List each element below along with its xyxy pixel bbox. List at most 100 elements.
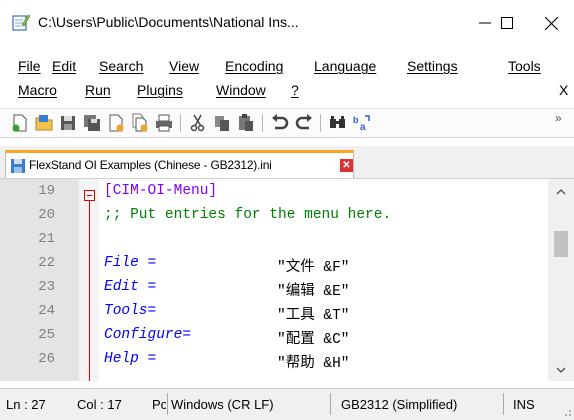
menu-encoding[interactable]: Encoding <box>225 58 283 74</box>
comment-text: ;; Put entries for the menu here. <box>104 207 392 223</box>
scrollbar-thumb[interactable] <box>554 231 568 257</box>
code-line: 24 Tools= "工具 &T" <box>0 303 574 327</box>
paste-icon <box>239 114 253 131</box>
toolbar-separator <box>180 114 181 132</box>
status-separator <box>330 393 331 415</box>
cut-icon <box>190 114 205 132</box>
close-document-button[interactable]: X <box>559 82 568 98</box>
menu-search[interactable]: Search <box>99 58 143 74</box>
redo-icon <box>295 114 312 130</box>
line-number: 24 <box>38 303 55 319</box>
ini-key: File = <box>104 255 157 271</box>
ini-key: Edit = <box>104 279 157 295</box>
find-button[interactable] <box>328 113 348 133</box>
replace-button[interactable]: ba <box>352 113 372 133</box>
line-number: 21 <box>38 231 55 247</box>
menu-bar-row-2: Macro Run Plugins Window ? X <box>0 79 574 101</box>
menu-run[interactable]: Run <box>85 82 111 98</box>
save-icon <box>61 116 75 130</box>
menu-macro[interactable]: Macro <box>18 82 57 98</box>
status-separator <box>167 393 168 415</box>
toolbar-overflow-button[interactable]: » <box>555 111 562 125</box>
ini-value: "帮助 &H" <box>277 356 350 372</box>
maximize-button[interactable] <box>484 0 530 46</box>
toolbar-separator <box>262 114 263 132</box>
resize-grip-icon[interactable] <box>562 407 572 417</box>
maximize-icon <box>501 17 513 29</box>
close-icon <box>544 16 558 30</box>
window-title: C:\Users\Public\Documents\National Ins..… <box>38 14 299 30</box>
ini-value: "文件 &F" <box>277 260 350 276</box>
find-icon <box>330 116 345 128</box>
menu-language[interactable]: Language <box>314 58 376 74</box>
cut-button[interactable] <box>188 113 208 133</box>
document-tab-bar: FlexStand OI Examples (Chinese - GB2312)… <box>0 146 574 178</box>
copy-button[interactable] <box>212 113 232 133</box>
saved-file-icon <box>11 159 25 173</box>
ini-key: Help = <box>104 351 157 367</box>
vertical-scrollbar[interactable] <box>548 179 574 381</box>
tab-close-button[interactable]: ✕ <box>340 159 353 172</box>
line-number: 23 <box>38 279 55 295</box>
menu-file[interactable]: File <box>18 58 41 74</box>
status-line: Ln : 27 <box>6 397 46 412</box>
menu-help[interactable]: ? <box>291 82 299 98</box>
scroll-down-icon[interactable] <box>556 367 566 373</box>
tab-document[interactable]: FlexStand OI Examples (Chinese - GB2312)… <box>5 150 354 178</box>
title-bar: C:\Users\Public\Documents\National Ins..… <box>0 0 574 47</box>
menu-edit[interactable]: Edit <box>52 58 76 74</box>
svg-text:b: b <box>353 115 359 125</box>
line-number: 20 <box>38 207 55 223</box>
redo-button[interactable] <box>294 113 314 133</box>
section-header: [CIM-OI-Menu] <box>104 183 218 199</box>
line-number: 26 <box>38 351 55 367</box>
code-line: 23 Edit = "编辑 &E" <box>0 279 574 303</box>
code-line: 19 [CIM-OI-Menu] <box>0 183 574 207</box>
scroll-up-icon[interactable] <box>556 189 566 195</box>
menu-plugins[interactable]: Plugins <box>137 82 183 98</box>
menu-view[interactable]: View <box>169 58 199 74</box>
menu-settings[interactable]: Settings <box>407 58 458 74</box>
new-file-icon <box>12 114 27 132</box>
save-button[interactable] <box>58 113 78 133</box>
close-file-icon <box>109 114 124 132</box>
save-all-button[interactable] <box>82 113 102 133</box>
ini-value: "编辑 &E" <box>277 284 350 300</box>
menu-bar-row-1: File Edit Search View Encoding Language … <box>0 55 574 77</box>
new-file-button[interactable] <box>10 113 30 133</box>
undo-button[interactable] <box>270 113 290 133</box>
close-all-button[interactable] <box>130 113 150 133</box>
ini-value: "配置 &C" <box>277 332 350 348</box>
notepad-app-icon <box>12 14 30 31</box>
menu-tools[interactable]: Tools <box>508 58 541 74</box>
undo-icon <box>272 114 289 130</box>
close-file-button[interactable] <box>106 113 126 133</box>
svg-text:a: a <box>360 122 366 133</box>
ini-value: "工具 &T" <box>277 308 350 324</box>
toolbar: ba » <box>0 108 574 138</box>
tab-label: FlexStand OI Examples (Chinese - GB2312)… <box>29 158 272 172</box>
editor[interactable]: 19 [CIM-OI-Menu] 20 ;; Put entries for t… <box>0 178 574 381</box>
status-position: Pos <box>152 397 166 412</box>
ini-key: Configure= <box>104 327 192 343</box>
toolbar-separator <box>320 114 321 132</box>
paste-button[interactable] <box>236 113 256 133</box>
code-line: 21 <box>0 231 574 255</box>
code-line: 22 File = "文件 &F" <box>0 255 574 279</box>
close-window-button[interactable] <box>528 0 574 46</box>
line-number: 25 <box>38 327 55 343</box>
status-separator <box>503 393 504 415</box>
open-file-icon <box>35 115 53 131</box>
print-icon <box>156 114 172 132</box>
line-number: 22 <box>38 255 55 271</box>
open-file-button[interactable] <box>34 113 54 133</box>
status-column: Col : 17 <box>77 397 122 412</box>
print-button[interactable] <box>154 113 174 133</box>
save-all-icon <box>84 115 100 131</box>
ini-key: Tools= <box>104 303 157 319</box>
status-encoding: GB2312 (Simplified) <box>341 397 458 412</box>
code-line: 20 ;; Put entries for the menu here. <box>0 207 574 231</box>
copy-icon <box>215 116 229 131</box>
replace-icon: ba <box>353 115 370 133</box>
menu-window[interactable]: Window <box>216 82 266 98</box>
